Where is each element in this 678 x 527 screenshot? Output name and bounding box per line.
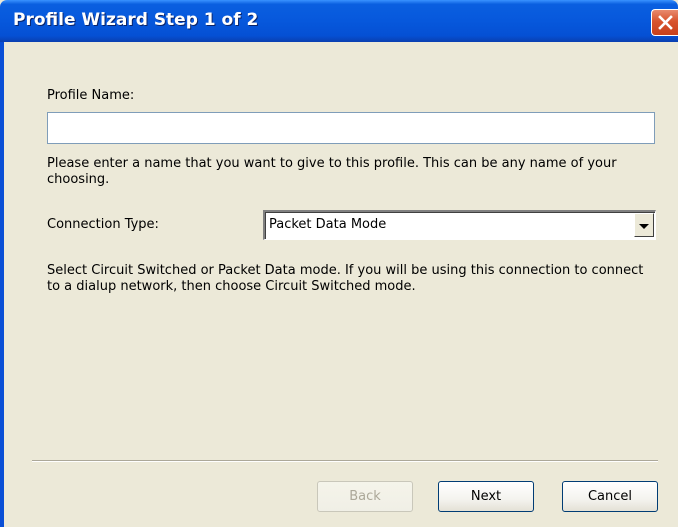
close-icon bbox=[657, 15, 673, 30]
back-button[interactable]: Back bbox=[317, 481, 413, 512]
title-bar[interactable]: Profile Wizard Step 1 of 2 bbox=[0, 0, 678, 42]
window-frame-left bbox=[0, 42, 4, 527]
connection-type-label: Connection Type: bbox=[47, 217, 159, 232]
dropdown-arrow-icon[interactable] bbox=[634, 213, 654, 237]
cancel-button[interactable]: Cancel bbox=[562, 481, 658, 512]
connection-type-value: Packet Data Mode bbox=[269, 217, 387, 232]
next-button[interactable]: Next bbox=[438, 481, 534, 512]
profile-name-label: Profile Name: bbox=[47, 88, 135, 103]
button-divider bbox=[32, 460, 658, 462]
profile-wizard-dialog: Profile Wizard Step 1 of 2 Profile Name:… bbox=[0, 0, 678, 527]
connection-type-help-text: Select Circuit Switched or Packet Data m… bbox=[47, 263, 644, 294]
connection-type-select[interactable]: Packet Data Mode bbox=[263, 210, 656, 240]
profile-name-help-text: Please enter a name that you want to giv… bbox=[47, 156, 617, 187]
window-title: Profile Wizard Step 1 of 2 bbox=[13, 10, 259, 30]
profile-name-input[interactable] bbox=[47, 112, 655, 144]
close-button[interactable] bbox=[651, 9, 678, 36]
